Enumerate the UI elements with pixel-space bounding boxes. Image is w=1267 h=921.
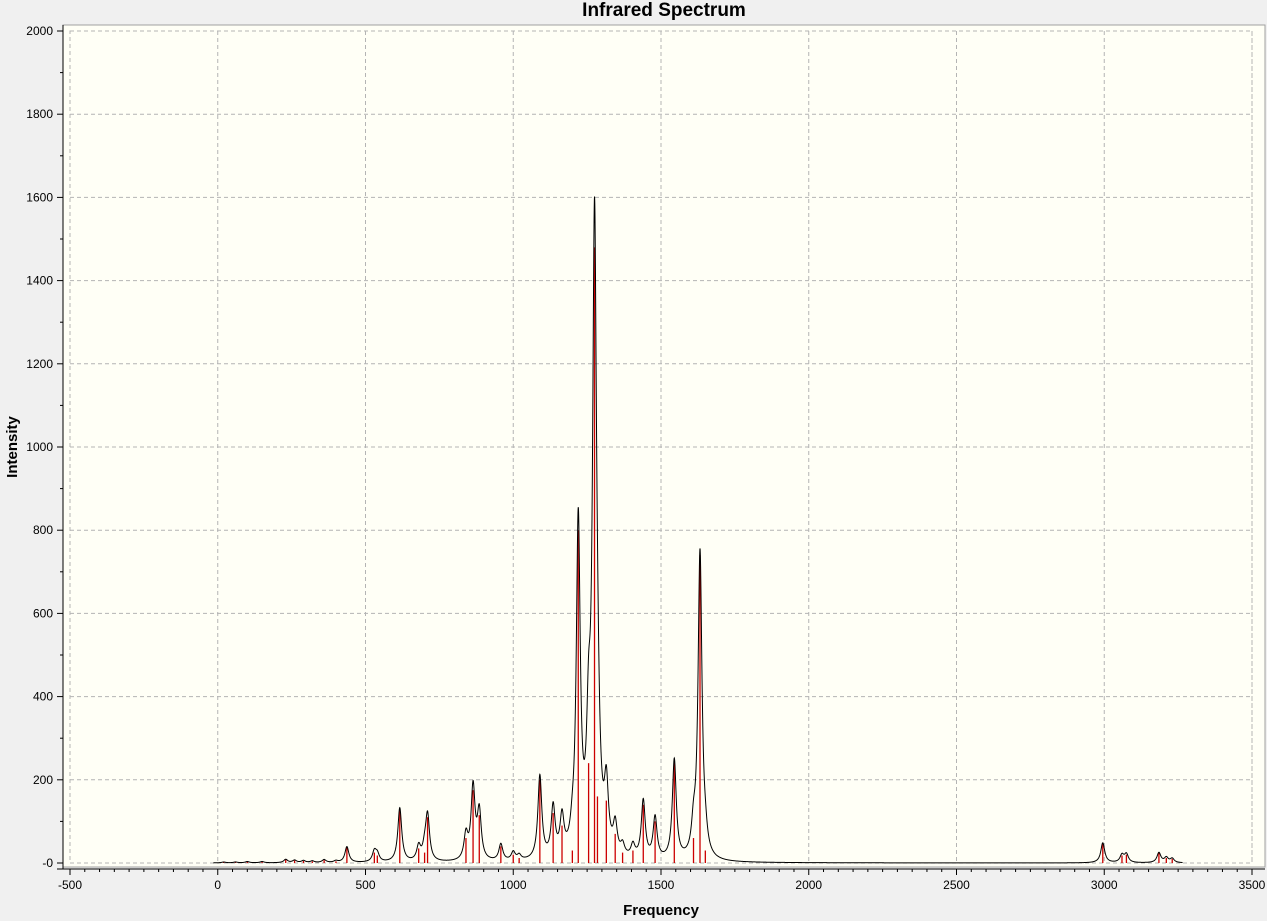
x-tick-label: 500 xyxy=(355,878,375,892)
x-tick-label: 1500 xyxy=(648,878,675,892)
x-tick-label: 1000 xyxy=(500,878,527,892)
x-tick-label: 3500 xyxy=(1239,878,1266,892)
x-tick-label: 0 xyxy=(214,878,221,892)
y-tick-label: 2000 xyxy=(26,24,53,38)
x-axis-title: Frequency xyxy=(623,902,700,919)
y-tick-label: 1400 xyxy=(26,274,53,288)
x-tick-label: 3000 xyxy=(1091,878,1118,892)
x-tick-labels: -500 0 500 1000 1500 2000 2500 3000 3500 xyxy=(58,878,1266,892)
y-tick-label: 1800 xyxy=(26,107,53,121)
y-tick-label: 1600 xyxy=(26,190,53,204)
y-tick-label: -0 xyxy=(42,856,53,870)
y-tick-label: 400 xyxy=(33,690,53,704)
y-tick-label: 800 xyxy=(33,523,53,537)
y-tick-label: 600 xyxy=(33,606,53,620)
y-tick-label: 1000 xyxy=(26,440,53,454)
ir-spectrum-chart: -500 0 500 1000 1500 2000 2500 3000 3500 -0 200 40… xyxy=(4,0,1266,919)
x-tick-label: 2500 xyxy=(943,878,970,892)
x-tick-label: -500 xyxy=(58,878,82,892)
y-tick-labels: -0 200 400 600 800 1000 1200 1400 1600 1800 2000 xyxy=(26,24,53,870)
chart-title: Infrared Spectrum xyxy=(582,0,746,21)
plot-area xyxy=(62,24,1266,868)
y-tick-label: 1200 xyxy=(26,357,53,371)
y-tick-label: 200 xyxy=(33,773,53,787)
ir-spectrum-window: -500 0 500 1000 1500 2000 2500 3000 3500 -0 200 40… xyxy=(0,0,1267,921)
x-tick-label: 2000 xyxy=(795,878,822,892)
y-axis-title: Intensity xyxy=(4,416,21,478)
